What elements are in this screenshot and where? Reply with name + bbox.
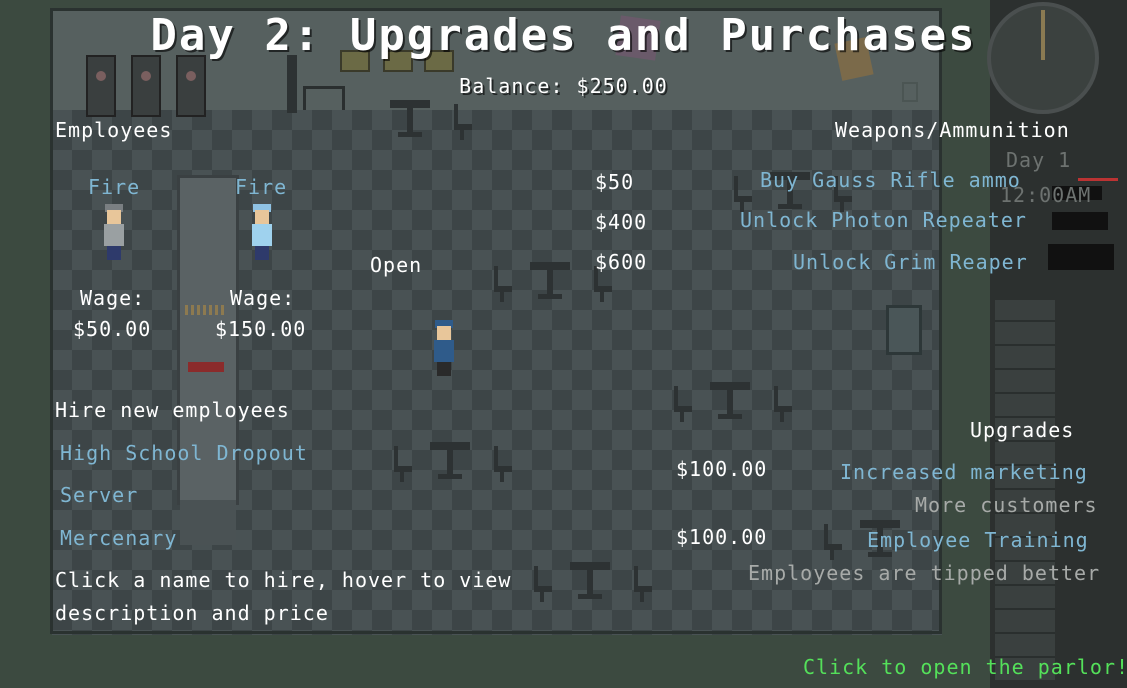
chair <box>672 386 692 422</box>
hire-hint-line-2: description and price <box>55 601 329 625</box>
open-label: Open <box>370 253 423 277</box>
hire-option-mercenary[interactable]: Mercenary <box>60 526 177 550</box>
chair <box>492 446 512 482</box>
chair <box>492 266 512 302</box>
upgrade-2-price: $100.00 <box>676 525 768 549</box>
grim-reaper-icon <box>1048 244 1114 270</box>
open-parlor-button[interactable]: Click to open the parlor! <box>803 655 1127 679</box>
employee-1-wage-label: Wage: <box>80 286 146 310</box>
hire-option-high-school-dropout[interactable]: High School Dropout <box>60 441 308 465</box>
chair <box>532 566 552 602</box>
upgrade-1-price: $100.00 <box>676 457 768 481</box>
table <box>430 442 470 482</box>
employee-2-sprite <box>250 202 274 262</box>
chair <box>732 176 752 212</box>
employees-heading: Employees <box>55 118 173 142</box>
upgrades-heading: Upgrades <box>970 418 1075 442</box>
chair <box>452 104 472 140</box>
employee-training-description: Employees are tipped better <box>748 561 1101 585</box>
employee-1-wage: $50.00 <box>73 317 152 341</box>
buy-gauss-rifle-ammo-button[interactable]: Buy Gauss Rifle ammo <box>760 168 1021 192</box>
table <box>570 562 610 602</box>
laser-sight <box>1078 178 1118 181</box>
counter-rack <box>185 305 225 315</box>
fire-employee-2-button[interactable]: Fire <box>235 175 287 199</box>
hire-hint-line-1: Click a name to hire, hover to view <box>55 568 512 592</box>
counter-base <box>180 500 236 545</box>
open-sign <box>886 305 922 355</box>
player-sprite <box>432 318 456 378</box>
employee-1-sprite <box>102 202 126 262</box>
chair <box>772 386 792 422</box>
weapon-2-price: $400 <box>595 210 648 234</box>
hire-option-server[interactable]: Server <box>60 483 138 507</box>
counter-register <box>188 362 224 372</box>
weapon-3-price: $600 <box>595 250 648 274</box>
weapon-1-price: $50 <box>595 170 635 194</box>
unlock-grim-reaper-button[interactable]: Unlock Grim Reaper <box>793 250 1028 274</box>
increased-marketing-description: More customers <box>915 493 1098 517</box>
hire-heading: Hire new employees <box>55 398 290 422</box>
chair <box>392 446 412 482</box>
employee-2-wage: $150.00 <box>215 317 307 341</box>
employee-2-wage-label: Wage: <box>230 286 296 310</box>
increased-marketing-button[interactable]: Increased marketing <box>840 460 1088 484</box>
fire-employee-1-button[interactable]: Fire <box>88 175 140 199</box>
photon-repeater-icon <box>1052 212 1108 230</box>
table <box>710 382 750 422</box>
table <box>390 100 430 140</box>
table <box>530 262 570 302</box>
balance-display: Balance: $250.00 <box>459 74 668 98</box>
page-title: Day 2: Upgrades and Purchases <box>150 10 977 61</box>
chair <box>822 524 842 560</box>
weapons-heading: Weapons/Ammunition <box>835 118 1070 142</box>
unlock-photon-repeater-button[interactable]: Unlock Photon Repeater <box>740 208 1027 232</box>
chair <box>632 566 652 602</box>
employee-training-button[interactable]: Employee Training <box>867 528 1089 552</box>
brick-wall <box>995 300 1055 680</box>
